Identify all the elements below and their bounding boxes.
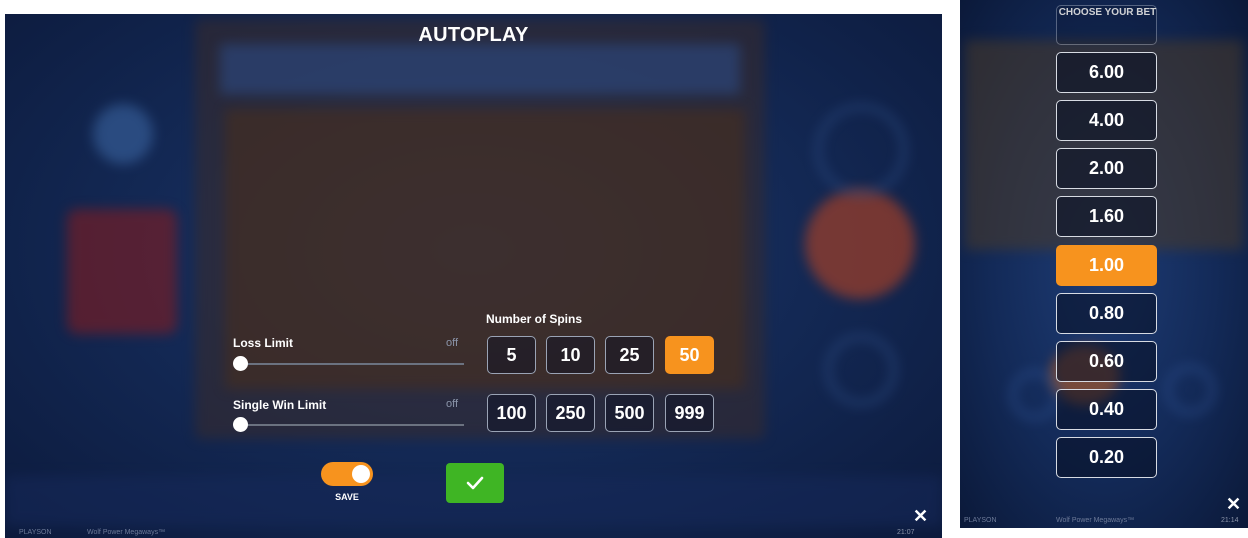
- blurred-side-panel: [67, 209, 177, 334]
- game-name: Wolf Power Megaways™: [87, 529, 166, 536]
- number-of-spins-label: Number of Spins: [486, 312, 583, 326]
- single-win-limit-label: Single Win Limit: [233, 398, 327, 412]
- check-icon: [466, 476, 484, 490]
- autoplay-screen: AUTOPLAY Loss Limit off Single Win Limit…: [5, 14, 942, 538]
- bet-option[interactable]: 4.00: [1056, 100, 1157, 141]
- single-win-limit-slider-handle[interactable]: [233, 417, 248, 432]
- spins-option-250[interactable]: 250: [546, 394, 595, 432]
- single-win-limit-value: off: [446, 398, 459, 410]
- bet-option-selected[interactable]: 1.00: [1056, 245, 1157, 286]
- bet-option[interactable]: 1.60: [1056, 196, 1157, 237]
- spins-option-50[interactable]: 50: [665, 336, 714, 374]
- toggle-knob: [352, 465, 370, 483]
- bet-selection-screen: CHOOSE YOUR BET 6.00 4.00 2.00 1.60 1.00…: [960, 0, 1248, 528]
- save-label: SAVE: [335, 492, 359, 502]
- loss-limit-slider[interactable]: [240, 363, 464, 365]
- bet-option[interactable]: 0.20: [1056, 437, 1157, 478]
- close-icon[interactable]: ✕: [913, 506, 928, 527]
- spins-option-500[interactable]: 500: [605, 394, 654, 432]
- brand-logo: PLAYSON: [19, 529, 52, 536]
- spins-option-5[interactable]: 5: [487, 336, 536, 374]
- bet-option[interactable]: 0.80: [1056, 293, 1157, 334]
- loss-limit-label: Loss Limit: [233, 336, 294, 350]
- confirm-button[interactable]: [446, 463, 504, 503]
- game-name: Wolf Power Megaways™: [1056, 517, 1135, 524]
- loss-limit-slider-handle[interactable]: [233, 356, 248, 371]
- brand-logo: PLAYSON: [964, 517, 997, 524]
- blurred-ring: [1010, 370, 1060, 420]
- spins-option-999[interactable]: 999: [665, 394, 714, 432]
- blurred-glow: [93, 104, 153, 164]
- blurred-ring: [1165, 365, 1215, 415]
- bet-option[interactable]: 6.00: [1056, 52, 1157, 93]
- bet-option[interactable]: 0.60: [1056, 341, 1157, 382]
- clock: 21:07: [897, 529, 915, 536]
- close-icon[interactable]: ✕: [1226, 494, 1241, 515]
- loss-limit-value: off: [446, 337, 459, 349]
- spins-option-100[interactable]: 100: [487, 394, 536, 432]
- blurred-spin-button: [805, 189, 915, 299]
- save-toggle[interactable]: [321, 462, 373, 486]
- blurred-ring: [815, 104, 907, 196]
- blurred-game-header: [220, 44, 740, 94]
- bet-option[interactable]: 2.00: [1056, 148, 1157, 189]
- bet-option[interactable]: 0.40: [1056, 389, 1157, 430]
- spins-option-10[interactable]: 10: [546, 336, 595, 374]
- clock: 21:14: [1221, 517, 1239, 524]
- autoplay-title: AUTOPLAY: [418, 24, 529, 46]
- spins-option-25[interactable]: 25: [605, 336, 654, 374]
- bet-option-partial[interactable]: [1056, 5, 1157, 45]
- blurred-ring: [825, 334, 897, 406]
- single-win-limit-slider[interactable]: [240, 424, 464, 426]
